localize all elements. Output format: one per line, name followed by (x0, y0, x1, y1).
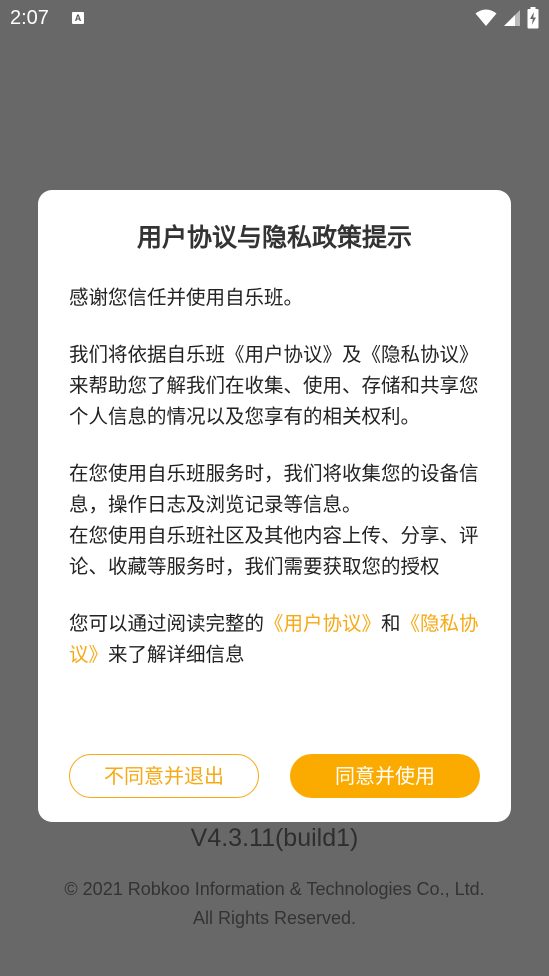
data-collection-paragraph: 在您使用自乐班服务时，我们将收集您的设备信息，操作日志及浏览记录等信息。 (69, 462, 479, 516)
a-badge-icon: A (72, 12, 84, 24)
read-more-text: 您可以通过阅读完整的 (69, 612, 265, 635)
copyright-line-2: All Rights Reserved. (192, 908, 357, 928)
decline-exit-button[interactable]: 不同意并退出 (69, 754, 259, 798)
status-bar: 2:07 A (0, 0, 549, 36)
status-icons (475, 7, 539, 29)
authorization-paragraph: 在您使用自乐班社区及其他内容上传、分享、评论、收藏等服务时，我们需要获取您的授权 (69, 524, 479, 578)
battery-icon (527, 7, 539, 29)
status-time: 2:07 (10, 7, 49, 29)
agreement-paragraph: 我们将依据自乐班《用户协议》及《隐私协议》来帮助您了解我们在收集、使用、存储和共… (69, 343, 479, 428)
details-text: 来了解详细信息 (108, 643, 245, 666)
and-text: 和 (381, 612, 401, 635)
copyright-line-1: © 2021 Robkoo Information & Technologies… (64, 879, 485, 899)
signal-icon (504, 10, 520, 26)
read-more-paragraph: 您可以通过阅读完整的《用户协议》和《隐私协议》来了解详细信息 (69, 608, 483, 670)
copyright-text: © 2021 Robkoo Information & Technologies… (0, 875, 549, 933)
dialog-title: 用户协议与隐私政策提示 (136, 223, 412, 252)
version-label: V4.3.11(build1) (190, 824, 359, 852)
thanks-paragraph: 感谢您信任并使用自乐班。 (69, 286, 304, 309)
agree-use-button[interactable]: 同意并使用 (290, 754, 480, 798)
app-screen: 2:07 A 用户协议与隐私政策提示 感谢您信任并使用自乐班。 我们将依据自乐班… (0, 0, 549, 976)
dialog-body: 感谢您信任并使用自乐班。 我们将依据自乐班《用户协议》及《隐私协议》来帮助您了解… (69, 282, 483, 670)
wifi-icon (475, 9, 497, 26)
privacy-dialog: 用户协议与隐私政策提示 感谢您信任并使用自乐班。 我们将依据自乐班《用户协议》及… (38, 190, 511, 822)
user-agreement-link[interactable]: 《用户协议》 (264, 612, 381, 635)
